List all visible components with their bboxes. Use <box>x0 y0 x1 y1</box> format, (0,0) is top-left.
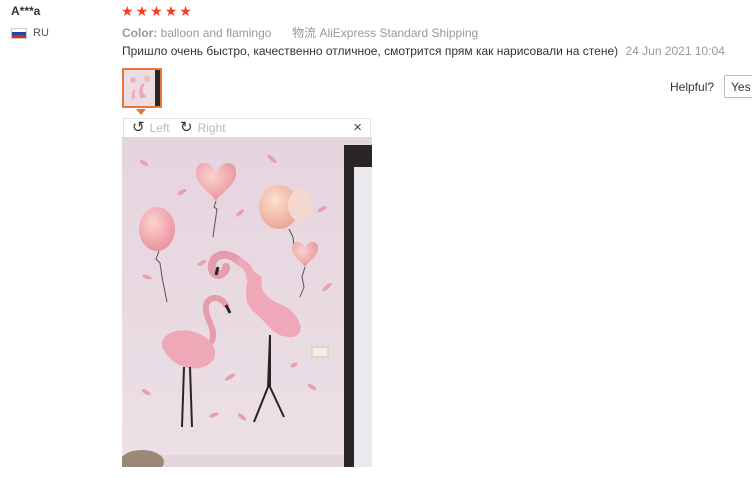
star-icon: ★ <box>150 3 163 19</box>
color-value: balloon and flamingo <box>160 26 272 40</box>
order-info: Color: balloon and flamingo 物流 AliExpres… <box>122 24 478 41</box>
yes-label: Yes <box>731 79 751 94</box>
star-icon: ★ <box>179 3 192 19</box>
star-icon: ★ <box>164 3 178 19</box>
shipping-value: AliExpress Standard Shipping <box>319 26 479 40</box>
russia-flag-icon <box>11 27 27 39</box>
rotate-right-button[interactable]: ↻ Right <box>180 120 226 136</box>
helpful-label: Helpful? <box>670 80 715 94</box>
reviewer-name: A***a <box>11 4 41 18</box>
star-icon: ★ <box>121 3 134 19</box>
helpful-yes-button[interactable]: Yes <box>724 75 752 98</box>
review-photo-thumbnail[interactable] <box>122 68 162 108</box>
flamingo-wall-sticker-photo <box>122 137 372 467</box>
selected-thumbnail-indicator <box>136 109 146 115</box>
review-text: Пришло очень быстро, качественно отлично… <box>122 44 619 58</box>
rotate-right-label: Right <box>197 121 226 135</box>
thumbnail-flamingo-image <box>124 70 160 106</box>
country-code: RU <box>33 27 49 39</box>
shipping-label: 物流 <box>292 26 317 40</box>
rotate-left-label: Left <box>149 121 170 135</box>
review-body: Пришло очень быстро, качественно отлично… <box>122 44 725 58</box>
close-viewer-icon[interactable]: × <box>353 119 362 137</box>
review-photo-large <box>122 137 372 467</box>
color-label: Color: <box>122 26 158 40</box>
reviewer-country: RU <box>11 26 49 40</box>
star-rating: ★ ★ ★ ★ ★ <box>121 3 192 19</box>
rotate-right-icon: ↻ <box>180 119 193 136</box>
review-date: 24 Jun 2021 10:04 <box>625 44 725 58</box>
image-viewer-toolbar: ↺ Left ↻ Right × <box>123 118 371 137</box>
star-icon: ★ <box>135 3 149 19</box>
rotate-left-icon: ↺ <box>132 119 145 136</box>
rotate-left-button[interactable]: ↺ Left <box>132 120 170 136</box>
